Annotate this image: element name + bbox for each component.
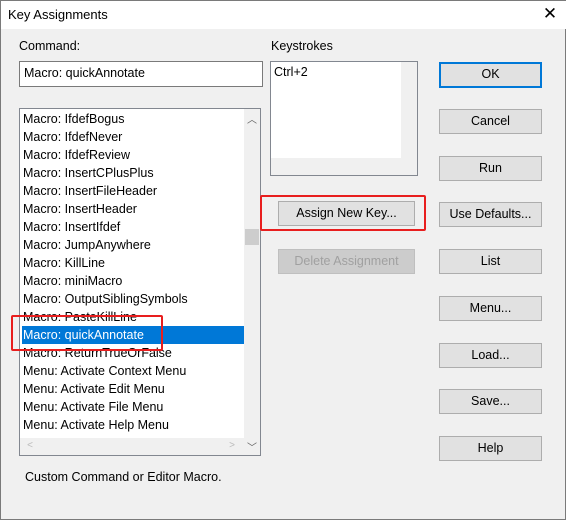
keystrokes-list[interactable]: Ctrl+2 — [270, 61, 418, 176]
close-icon[interactable]: ✕ — [539, 4, 561, 24]
keystroke-item[interactable]: Ctrl+2 — [274, 65, 308, 79]
load-button[interactable]: Load... — [439, 343, 542, 368]
help-button[interactable]: Help — [439, 436, 542, 461]
scroll-thumb[interactable] — [245, 229, 259, 245]
list-item[interactable]: Macro: InsertFileHeader — [22, 182, 244, 200]
keystrokes-hscroll — [271, 158, 401, 175]
list-item[interactable]: Menu: Activate Context Menu — [22, 362, 244, 380]
run-button[interactable]: Run — [439, 156, 542, 181]
list-item[interactable]: Macro: IfdefReview — [22, 146, 244, 164]
list-item[interactable]: Macro: InsertIfdef — [22, 218, 244, 236]
delete-assignment-button: Delete Assignment — [278, 249, 415, 274]
keystrokes-vscroll — [401, 62, 417, 175]
ok-button[interactable]: OK — [439, 62, 542, 88]
list-item[interactable]: Macro: OutputSiblingSymbols — [22, 290, 244, 308]
highlight-box-selected — [11, 315, 163, 351]
scroll-down-icon[interactable]: ﹀ — [244, 439, 260, 454]
list-item[interactable]: Macro: KillLine — [22, 254, 244, 272]
list-item[interactable]: Macro: IfdefBogus — [22, 110, 244, 128]
list-item[interactable]: Menu: Activate File Menu — [22, 398, 244, 416]
command-input[interactable]: Macro: quickAnnotate — [19, 61, 263, 87]
window-title: Key Assignments — [8, 7, 108, 22]
horizontal-scrollbar[interactable]: < > — [20, 438, 244, 455]
list-item[interactable]: Menu: Activate Edit Menu — [22, 380, 244, 398]
command-description: Custom Command or Editor Macro. — [25, 470, 222, 484]
list-item[interactable]: Macro: miniMacro — [22, 272, 244, 290]
list-item[interactable]: Menu: Activate Help Menu — [22, 416, 244, 434]
scroll-up-icon[interactable]: ︿ — [244, 111, 260, 126]
vertical-scrollbar[interactable]: ︿ ﹀ — [244, 109, 260, 455]
scroll-left-icon[interactable]: < — [22, 440, 38, 451]
list-item[interactable]: Macro: InsertCPlusPlus — [22, 164, 244, 182]
save-button[interactable]: Save... — [439, 389, 542, 414]
list-item[interactable]: Macro: InsertHeader — [22, 200, 244, 218]
cancel-button[interactable]: Cancel — [439, 109, 542, 134]
use-defaults-button[interactable]: Use Defaults... — [439, 202, 542, 227]
list-item[interactable]: Macro: JumpAnywhere — [22, 236, 244, 254]
list-button[interactable]: List — [439, 249, 542, 274]
list-item[interactable]: Macro: IfdefNever — [22, 128, 244, 146]
scroll-right-icon[interactable]: > — [224, 440, 240, 451]
highlight-box-assign — [260, 195, 426, 231]
command-list[interactable]: Macro: IfdefBogus Macro: IfdefNever Macro:… — [19, 108, 261, 456]
menu-button[interactable]: Menu... — [439, 296, 542, 321]
command-label: Command: — [19, 39, 81, 53]
keystrokes-label: Keystrokes — [271, 39, 333, 53]
